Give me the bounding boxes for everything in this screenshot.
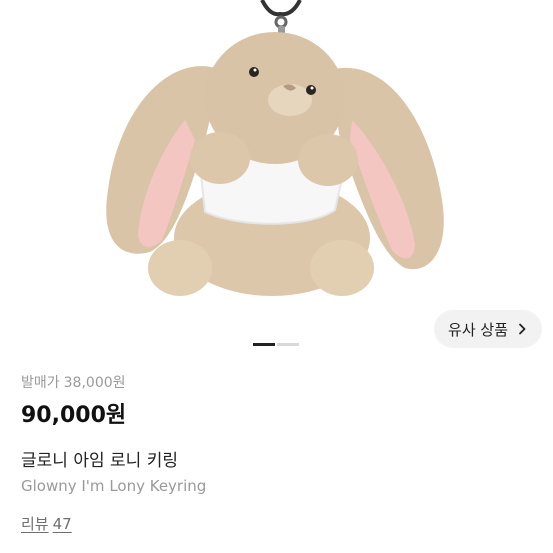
pager-dot[interactable] [277,343,299,346]
reviews-count: 47 [52,515,72,533]
product-image[interactable] [0,0,553,340]
reviews-link[interactable]: 리뷰 47 [21,513,72,535]
image-pager[interactable] [253,343,299,346]
pager-dot-active[interactable] [253,343,275,346]
product-name-english: Glowny I'm Lony Keyring [21,477,207,495]
original-price-value: 38,000원 [63,375,126,391]
original-price-label: 발매가 [21,375,60,391]
chevron-right-icon [519,323,526,335]
similar-products-button[interactable]: 유사 상품 [434,310,542,348]
product-detail-page: 유사 상품 발매가 38,000원 90,000원 글로니 아임 로니 키링 Gl… [0,0,553,553]
product-name-korean: 글로니 아임 로니 키링 [21,451,178,471]
product-info: 발매가 38,000원 90,000원 글로니 아임 로니 키링 Glowny I… [21,372,532,535]
current-price: 90,000원 [21,403,127,428]
original-price: 발매가 38,000원 [21,372,532,394]
bunny-plush-illustration [106,0,444,296]
similar-products-label: 유사 상품 [448,320,508,339]
reviews-label: 리뷰 [21,515,49,533]
